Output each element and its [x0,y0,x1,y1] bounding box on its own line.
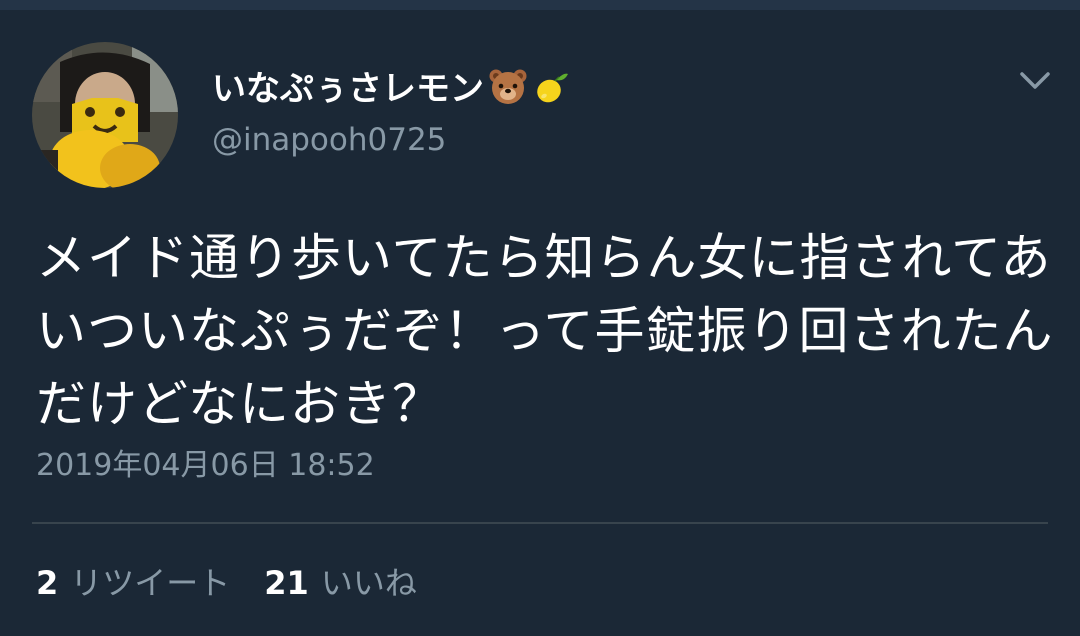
tweet-timestamp[interactable]: 2019年04月06日 18:52 [36,446,375,486]
tweet-text: メイド通り歩いてたら知らん女に指されてあいついなぷぅだぞ！って手錠振り回されたん… [36,229,1054,433]
retweets-label: リツイート [70,564,231,602]
retweets-stat[interactable]: 2 リツイート [36,560,230,606]
likes-count: 21 [264,564,309,602]
avatar-image [32,42,178,188]
tweet-stats: 2 リツイート 21 いいね [36,560,417,606]
display-name-text: いなぷぅさレモン [212,69,484,109]
user-handle[interactable]: @inapooh0725 [212,122,446,158]
bear-face-icon [488,68,528,115]
likes-label: いいね [320,564,417,602]
top-strip [0,0,1080,10]
lemon-icon [532,68,570,115]
avatar[interactable] [32,42,178,188]
chevron-down-icon[interactable] [1018,66,1052,94]
retweets-count: 2 [36,564,59,602]
likes-stat[interactable]: 21 いいね [264,560,417,606]
display-name[interactable]: いなぷぅさレモン [212,68,570,115]
divider [32,522,1048,524]
